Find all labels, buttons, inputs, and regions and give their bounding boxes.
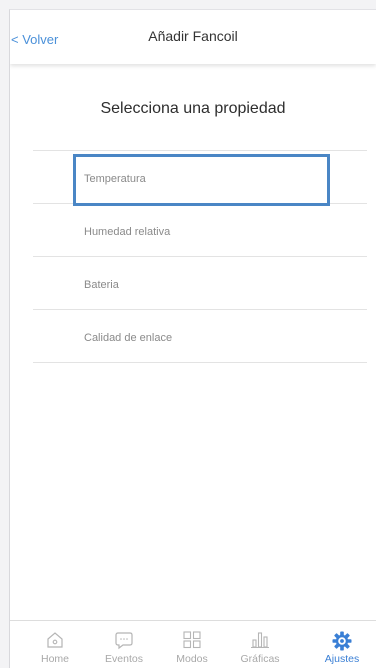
list-item-calidad-enlace[interactable]: Calidad de enlace [33, 310, 367, 363]
tab-home[interactable]: Home [25, 621, 85, 668]
grid-icon [183, 631, 201, 649]
list-item-bateria[interactable]: Bateria [33, 257, 367, 310]
list-item-label: Calidad de enlace [84, 332, 173, 344]
page-title: Añadir Fancoil [148, 28, 238, 44]
list-item-temperatura[interactable]: Temperatura [33, 151, 367, 206]
tab-label: Home [40, 653, 69, 665]
tab-ajustes[interactable]: Ajustes [312, 621, 372, 668]
list-item-label: Bateria [84, 279, 119, 291]
tab-label: Eventos [105, 653, 143, 665]
header: < Volver Añadir Fancoil [10, 10, 376, 64]
list-item-label: Temperatura [84, 173, 146, 185]
bar-chart-icon [251, 632, 269, 649]
list-item-label: Humedad relativa [84, 226, 171, 238]
chat-icon [115, 632, 133, 650]
tab-label: Modos [176, 653, 208, 665]
home-icon [47, 632, 63, 648]
gear-icon [332, 631, 352, 651]
list-item-humedad[interactable]: Humedad relativa [33, 204, 367, 257]
tab-bar: Home Eventos Modos Gráficas Ajustes [10, 620, 376, 668]
tab-modos[interactable]: Modos [162, 621, 222, 668]
tab-graficas[interactable]: Gráficas [230, 621, 290, 668]
section-title: Selecciona una propiedad [100, 100, 286, 117]
tab-label: Ajustes [324, 653, 360, 665]
tab-label: Gráficas [240, 653, 280, 665]
app-screen: < Volver Añadir Fancoil Selecciona una p… [9, 9, 376, 668]
property-list: Temperatura Humedad relativa Bateria Cal… [33, 150, 367, 363]
tab-eventos[interactable]: Eventos [94, 621, 154, 668]
